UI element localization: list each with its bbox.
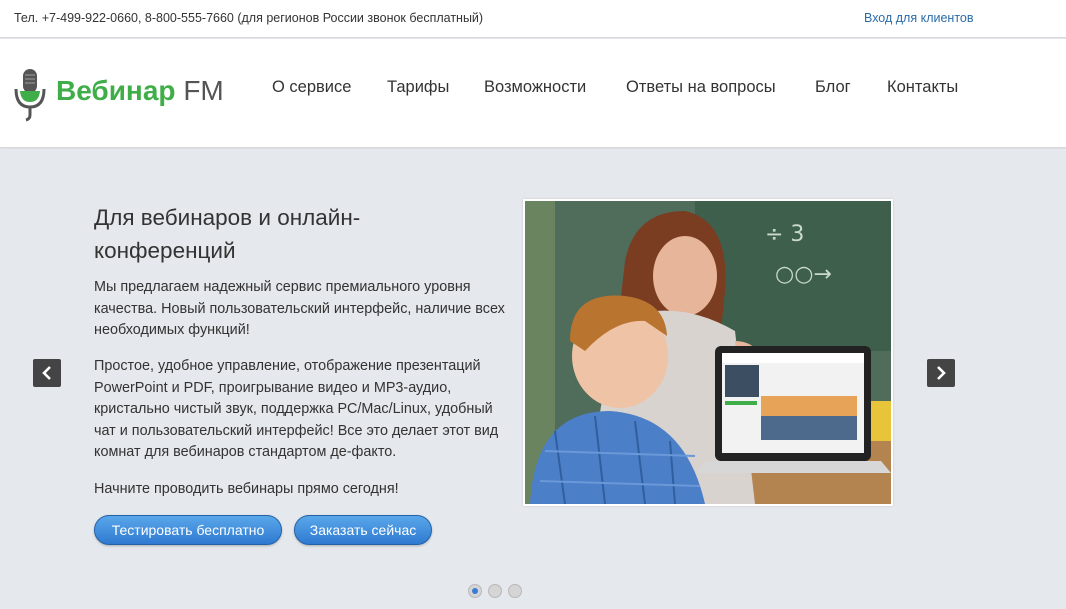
order-now-button[interactable]: Заказать сейчас (294, 515, 432, 545)
brand-suffix: FM (183, 75, 224, 106)
slider-prev-button[interactable] (33, 359, 61, 387)
brand-word: Вебинар (56, 75, 176, 106)
nav-item-about[interactable]: О сервисе (272, 78, 351, 97)
nav-item-contacts[interactable]: Контакты (887, 78, 958, 97)
slider-dot-1[interactable] (468, 584, 482, 598)
teacher-and-boy-image: ÷ 3 ○○→ (525, 201, 891, 504)
chevron-right-icon (937, 366, 946, 380)
slider-dot-3[interactable] (508, 584, 522, 598)
hero-slider: Для вебинаров и онлайн-конференций Мы пр… (0, 149, 1066, 609)
nav-item-faq[interactable]: Ответы на вопросы (626, 78, 776, 97)
chevron-left-icon (42, 366, 51, 380)
site-header: Вебинар FM О сервисе Тарифы Возможности … (0, 39, 1066, 148)
hero-text-2: Простое, удобное управление, отображение… (94, 358, 499, 460)
client-login-link[interactable]: Вход для клиентов (864, 11, 974, 25)
try-free-button[interactable]: Тестировать бесплатно (94, 515, 282, 545)
nav-item-blog[interactable]: Блог (815, 78, 851, 97)
svg-text:○○→: ○○→ (775, 262, 832, 287)
microphone-icon (14, 69, 46, 122)
phone-info: Тел. +7-499-922-0660, 8-800-555-7660 (дл… (14, 11, 484, 25)
brand-name: Вебинар FM (56, 75, 224, 107)
slider-next-button[interactable] (927, 359, 955, 387)
logo[interactable]: Вебинар FM (12, 67, 224, 123)
hero-text-1: Мы предлагаем надежный сервис премиально… (94, 279, 505, 338)
top-bar: Тел. +7-499-922-0660, 8-800-555-7660 (дл… (0, 0, 1066, 38)
svg-text:÷ 3: ÷ 3 (765, 222, 804, 247)
slider-dot-2[interactable] (488, 584, 502, 598)
nav-item-features[interactable]: Возможности (484, 78, 586, 97)
nav-item-pricing[interactable]: Тарифы (387, 78, 449, 97)
hero-text-3: Начните проводить вебинары прямо сегодня… (94, 481, 399, 497)
hero-photo: ÷ 3 ○○→ (523, 199, 893, 506)
hero-title: Для вебинаров и онлайн-конференций (94, 205, 361, 263)
